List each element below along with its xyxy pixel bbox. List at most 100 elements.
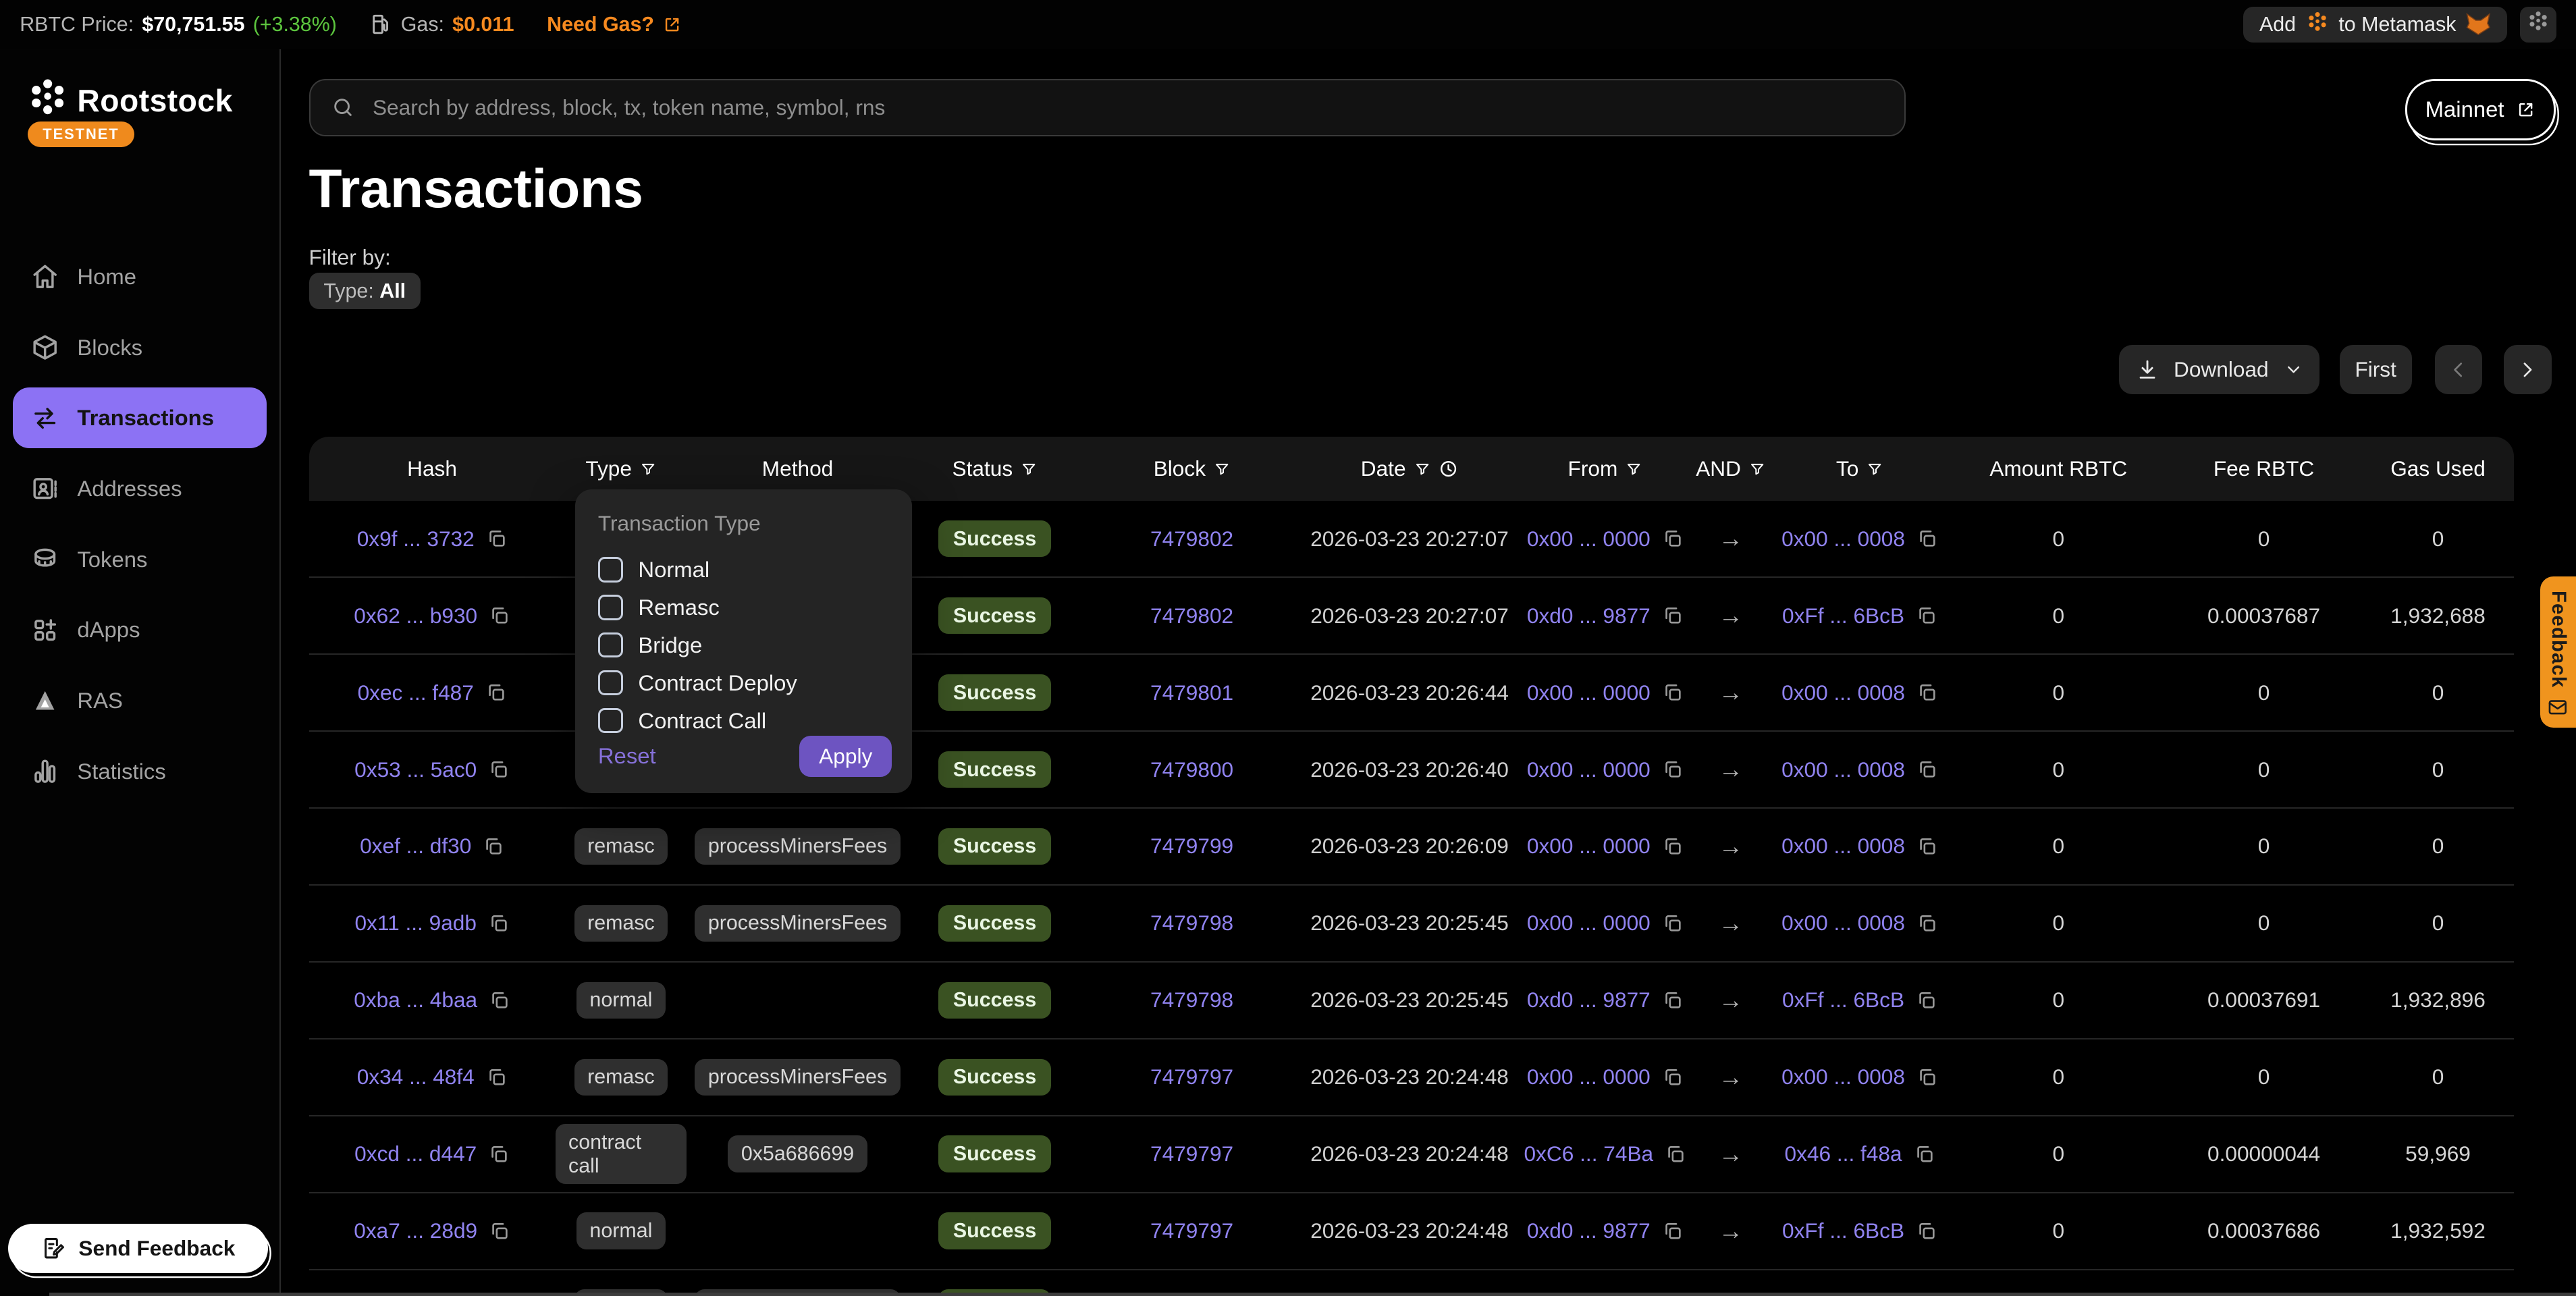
copy-icon[interactable]	[488, 1143, 510, 1165]
block-link[interactable]: 7479797	[1150, 1141, 1233, 1166]
copy-icon[interactable]	[489, 605, 510, 626]
copy-icon[interactable]	[485, 682, 507, 703]
copy-icon[interactable]	[1662, 1066, 1684, 1088]
column-header-to[interactable]: To	[1768, 437, 1952, 501]
block-link[interactable]: 7479802	[1150, 603, 1233, 628]
checkbox[interactable]	[598, 632, 624, 658]
from-address-link[interactable]: 0xd0 ... 9877	[1527, 988, 1651, 1013]
filter-icon[interactable]	[1867, 461, 1883, 477]
filter-option-contract-call[interactable]: Contract Call	[598, 702, 889, 740]
sidebar-item-transactions[interactable]: Transactions	[13, 387, 266, 448]
mainnet-button[interactable]: Mainnet	[2405, 79, 2556, 140]
to-address-link[interactable]: 0x00 ... 0008	[1781, 526, 1905, 551]
copy-icon[interactable]	[483, 836, 504, 857]
sidebar-item-tokens[interactable]: Tokens	[13, 529, 266, 590]
tx-hash-link[interactable]: 0x53 ... 5ac0	[354, 757, 477, 782]
block-link[interactable]: 7479798	[1150, 988, 1233, 1013]
from-address-link[interactable]: 0xC6 ... 74Ba	[1524, 1141, 1654, 1166]
to-address-link[interactable]: 0xFf ... 6BcB	[1782, 603, 1904, 628]
copy-icon[interactable]	[1662, 1220, 1684, 1242]
column-header-date[interactable]: Date	[1303, 437, 1516, 501]
copy-icon[interactable]	[486, 1066, 508, 1088]
tx-hash-link[interactable]: 0xef ... df30	[360, 834, 471, 859]
from-address-link[interactable]: 0x00 ... 0000	[1527, 1064, 1651, 1089]
prev-page-button[interactable]	[2435, 345, 2483, 394]
filter-icon[interactable]	[640, 461, 656, 477]
apply-button[interactable]: Apply	[799, 736, 892, 777]
filter-option-contract-deploy[interactable]: Contract Deploy	[598, 664, 889, 702]
add-to-metamask-button[interactable]: Add to Metamask	[2243, 7, 2507, 43]
copy-icon[interactable]	[1916, 990, 1937, 1011]
block-link[interactable]: 7479797	[1150, 1218, 1233, 1243]
search-input[interactable]	[369, 93, 1883, 122]
copy-icon[interactable]	[488, 913, 510, 934]
copy-icon[interactable]	[1662, 990, 1684, 1011]
brand-logo[interactable]: Rootstock	[26, 76, 233, 125]
copy-icon[interactable]	[489, 1220, 510, 1242]
copy-icon[interactable]	[1662, 682, 1684, 703]
from-address-link[interactable]: 0x00 ... 0000	[1527, 834, 1651, 859]
from-address-link[interactable]: 0x00 ... 0000	[1527, 757, 1651, 782]
filter-icon[interactable]	[1021, 461, 1037, 477]
copy-icon[interactable]	[1665, 1143, 1686, 1165]
block-link[interactable]: 7479798	[1150, 911, 1233, 936]
from-address-link[interactable]: 0x00 ... 0000	[1527, 911, 1651, 936]
sidebar-item-addresses[interactable]: Addresses	[13, 458, 266, 519]
filter-option-normal[interactable]: Normal	[598, 551, 889, 589]
tx-hash-link[interactable]: 0x34 ... 48f4	[357, 1064, 475, 1089]
copy-icon[interactable]	[1914, 1143, 1935, 1165]
first-page-button[interactable]: First	[2340, 345, 2412, 394]
sidebar-item-home[interactable]: Home	[13, 246, 266, 307]
block-link[interactable]: 7479801	[1150, 680, 1233, 705]
horizontal-scrollbar[interactable]	[49, 1293, 2576, 1296]
reset-button[interactable]: Reset	[598, 743, 656, 769]
checkbox[interactable]	[598, 595, 624, 620]
rsk-network-button[interactable]	[2520, 7, 2556, 43]
sidebar-item-dapps[interactable]: dApps	[13, 599, 266, 660]
to-address-link[interactable]: 0xFf ... 6BcB	[1782, 988, 1904, 1013]
tx-hash-link[interactable]: 0xcd ... d447	[354, 1141, 477, 1166]
from-address-link[interactable]: 0xd0 ... 9877	[1527, 603, 1651, 628]
send-feedback-button[interactable]: Send Feedback	[8, 1224, 268, 1273]
copy-icon[interactable]	[1916, 1066, 1938, 1088]
to-address-link[interactable]: 0x00 ... 0008	[1781, 911, 1905, 936]
from-address-link[interactable]: 0x00 ... 0000	[1527, 680, 1651, 705]
next-page-button[interactable]	[2504, 345, 2552, 394]
copy-icon[interactable]	[1916, 759, 1938, 780]
copy-icon[interactable]	[1916, 528, 1938, 549]
copy-icon[interactable]	[489, 990, 510, 1011]
from-address-link[interactable]: 0x00 ... 0000	[1527, 526, 1651, 551]
tx-hash-link[interactable]: 0x9f ... 3732	[357, 526, 475, 551]
copy-icon[interactable]	[1916, 836, 1938, 857]
filter-option-bridge[interactable]: Bridge	[598, 626, 889, 664]
filter-icon[interactable]	[1626, 461, 1642, 477]
column-header-and[interactable]: AND	[1694, 437, 1768, 501]
from-address-link[interactable]: 0xd0 ... 9877	[1527, 1218, 1651, 1243]
sidebar-item-statistics[interactable]: Statistics	[13, 741, 266, 802]
copy-icon[interactable]	[1916, 1220, 1937, 1242]
filter-option-remasc[interactable]: Remasc	[598, 589, 889, 626]
type-filter-chip[interactable]: Type: All	[309, 273, 421, 309]
checkbox[interactable]	[598, 670, 624, 696]
block-link[interactable]: 7479797	[1150, 1064, 1233, 1089]
to-address-link[interactable]: 0x00 ... 0008	[1781, 680, 1905, 705]
filter-icon[interactable]	[1214, 461, 1230, 477]
to-address-link[interactable]: 0xFf ... 6BcB	[1782, 1218, 1904, 1243]
copy-icon[interactable]	[1662, 759, 1684, 780]
column-header-block[interactable]: Block	[1081, 437, 1303, 501]
tx-hash-link[interactable]: 0xa7 ... 28d9	[354, 1218, 477, 1243]
copy-icon[interactable]	[1916, 682, 1938, 703]
copy-icon[interactable]	[1662, 528, 1684, 549]
checkbox[interactable]	[598, 557, 624, 583]
feedback-tab[interactable]: Feedback	[2540, 576, 2576, 728]
tx-hash-link[interactable]: 0x11 ... 9adb	[354, 911, 477, 936]
column-header-from[interactable]: From	[1516, 437, 1694, 501]
sidebar-item-blocks[interactable]: Blocks	[13, 317, 266, 378]
tx-hash-link[interactable]: 0xba ... 4baa	[354, 988, 477, 1013]
copy-icon[interactable]	[488, 759, 510, 780]
block-link[interactable]: 7479799	[1150, 834, 1233, 859]
column-header-status[interactable]: Status	[909, 437, 1081, 501]
to-address-link[interactable]: 0x00 ... 0008	[1781, 1064, 1905, 1089]
block-link[interactable]: 7479800	[1150, 757, 1233, 782]
block-link[interactable]: 7479802	[1150, 526, 1233, 551]
